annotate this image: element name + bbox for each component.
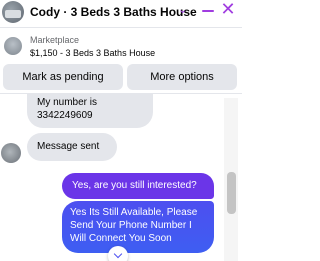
incoming-message: My number is 3342249609 [27,94,153,128]
marketplace-label: Marketplace [30,35,80,45]
incoming-message: Message sent [27,133,117,161]
minimize-icon[interactable] [201,3,215,17]
outgoing-message: Yes Its Still Available, Please Send You… [62,201,214,253]
more-options-button[interactable]: More options [127,64,237,90]
listing-thumbnail[interactable] [4,37,22,55]
faded-message-preview [45,254,165,261]
avatar[interactable] [2,1,24,23]
chevron-down-icon[interactable]: ⌄ [178,3,192,19]
scrollbar-thumb[interactable] [227,172,236,214]
arrow-down-icon[interactable] [108,246,128,261]
close-icon[interactable]: ✕ [220,0,236,18]
mark-as-pending-button[interactable]: Mark as pending [3,64,123,90]
chat-header: Cody · 3 Beds 3 Baths House ⌄ ✕ [0,0,242,26]
header-divider [0,27,242,28]
outgoing-message: Yes, are you still interested? [62,173,214,199]
listing-title[interactable]: $1,150 - 3 Beds 3 Baths House [30,48,155,58]
sender-avatar [1,143,21,163]
chat-title[interactable]: Cody · 3 Beds 3 Baths House [30,5,197,19]
